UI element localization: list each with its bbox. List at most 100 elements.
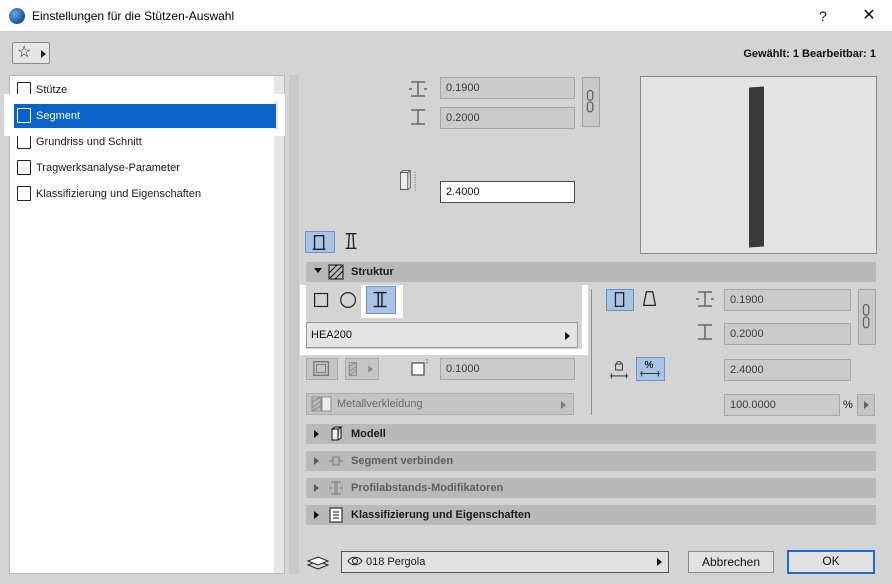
profile-modifier-icon bbox=[328, 480, 344, 496]
cancel-button[interactable]: Abbrechen bbox=[688, 551, 774, 573]
rectangular-shape-button[interactable] bbox=[310, 288, 336, 314]
profile-depth-field[interactable]: 0.2000 bbox=[724, 323, 851, 345]
veneer-type-button[interactable] bbox=[345, 358, 379, 380]
close-button[interactable]: ✕ bbox=[846, 2, 892, 30]
section-structure[interactable]: Struktur bbox=[306, 262, 876, 282]
structural-analysis-icon bbox=[17, 160, 31, 175]
chevron-right-icon bbox=[657, 558, 662, 566]
circular-shape-button[interactable] bbox=[337, 288, 363, 314]
percent-toggle[interactable]: % bbox=[636, 357, 665, 381]
segment-highlight-frame bbox=[4, 94, 285, 136]
settings-sidebar: Stütze Segment Grundriss und Schnitt Tra… bbox=[9, 75, 285, 574]
svg-text:%: % bbox=[645, 360, 654, 371]
material-value: Metallverkleidung bbox=[337, 398, 423, 410]
layer-dropdown[interactable]: 018 Pergola bbox=[341, 551, 669, 573]
section-model[interactable]: Modell bbox=[306, 424, 876, 444]
profile-width-field[interactable]: 0.1900 bbox=[724, 289, 851, 311]
chain-link-icon bbox=[862, 303, 870, 329]
i-profile-icon bbox=[373, 291, 387, 308]
profile-shape-button[interactable] bbox=[366, 286, 396, 314]
collapsed-arrow-icon bbox=[314, 430, 319, 438]
sidebar-item-tragwerk[interactable]: Tragwerksanalyse-Parameter bbox=[14, 156, 276, 180]
layer-value: 018 Pergola bbox=[366, 556, 426, 568]
sidebar-item-label: Klassifizierung und Eigenschaften bbox=[36, 188, 202, 200]
chevron-right-icon bbox=[41, 50, 46, 58]
tapered-column-icon bbox=[642, 291, 657, 306]
section-classification[interactable]: Klassifizierung und Eigenschaften bbox=[306, 505, 876, 525]
expanded-arrow-icon bbox=[314, 268, 322, 273]
collapsed-arrow-icon bbox=[314, 457, 319, 465]
width-field[interactable]: 0.1900 bbox=[440, 77, 575, 99]
column-3d-preview bbox=[640, 76, 877, 254]
sidebar-item-label: Tragwerksanalyse-Parameter bbox=[36, 162, 180, 174]
app-logo-icon bbox=[9, 8, 25, 24]
collapsed-arrow-icon bbox=[314, 511, 319, 519]
beam-preview-shape bbox=[749, 86, 764, 248]
section-title: Segment verbinden bbox=[351, 455, 454, 467]
section-profile-modifiers[interactable]: Profilabstands-Modifikatoren bbox=[306, 478, 876, 498]
title-bar: Einstellungen für die Stützen-Auswahl ? … bbox=[0, 0, 892, 32]
layer-stack-icon bbox=[306, 551, 330, 573]
width-icon bbox=[407, 78, 429, 100]
length-field[interactable]: 2.4000 bbox=[724, 359, 851, 381]
classification-icon bbox=[328, 507, 344, 523]
model-icon bbox=[328, 426, 344, 442]
collapsed-arrow-icon bbox=[314, 484, 319, 492]
lock-length-icon[interactable] bbox=[608, 359, 634, 381]
window-title: Einstellungen für die Stützen-Auswahl bbox=[32, 9, 235, 23]
i-beam-icon bbox=[345, 233, 357, 249]
height-icon bbox=[398, 170, 434, 206]
depth-field[interactable]: 0.2000 bbox=[440, 107, 575, 129]
main-scrollbar[interactable] bbox=[289, 75, 299, 574]
surface-material-dropdown[interactable]: Metallverkleidung bbox=[306, 393, 574, 415]
chevron-right-icon bbox=[864, 401, 869, 409]
profile-width-icon bbox=[694, 288, 716, 310]
percent-unit: % bbox=[843, 399, 853, 411]
offset-icon bbox=[408, 357, 430, 379]
profile-value: HEA200 bbox=[311, 329, 352, 341]
chevron-right-icon bbox=[565, 332, 570, 340]
star-icon: ☆ bbox=[17, 44, 32, 61]
favorites-button[interactable]: ☆ bbox=[12, 42, 50, 64]
section-title: Profilabstands-Modifikatoren bbox=[351, 482, 504, 494]
height-field[interactable]: 2.4000 bbox=[440, 181, 575, 203]
section-title: Modell bbox=[351, 428, 386, 440]
straight-segment-toggle[interactable] bbox=[305, 231, 335, 253]
section-title: Klassifizierung und Eigenschaften bbox=[351, 509, 531, 521]
straight-profile-toggle[interactable] bbox=[606, 289, 634, 311]
sidebar-item-label: Grundriss und Schnitt bbox=[36, 136, 142, 148]
tapered-segment-toggle[interactable] bbox=[338, 231, 368, 253]
link-dimensions-button[interactable] bbox=[582, 77, 600, 127]
tapered-profile-toggle[interactable] bbox=[637, 289, 665, 311]
circle-icon bbox=[340, 292, 357, 308]
help-button[interactable]: ? bbox=[800, 2, 846, 30]
sidebar-item-klassifizierung[interactable]: Klassifizierung und Eigenschaften bbox=[14, 182, 276, 206]
hatched-bar-icon bbox=[348, 362, 373, 376]
percent-field[interactable]: 100.0000 bbox=[724, 394, 840, 416]
eye-icon bbox=[347, 554, 363, 575]
offset-field[interactable]: 0.1000 bbox=[440, 358, 575, 380]
depth-icon bbox=[407, 106, 429, 128]
hatch-icon bbox=[328, 264, 344, 280]
rectangle-column-icon bbox=[614, 292, 625, 307]
floorplan-icon bbox=[17, 134, 31, 149]
core-button[interactable] bbox=[306, 358, 338, 380]
link-profile-dims-button[interactable] bbox=[858, 289, 876, 345]
classification-icon bbox=[17, 186, 31, 201]
rectangle-icon bbox=[314, 292, 329, 308]
connect-segment-icon bbox=[328, 453, 344, 469]
percent-menu-button[interactable] bbox=[857, 394, 875, 416]
material-swatch-icon bbox=[311, 396, 332, 412]
chain-link-icon bbox=[586, 89, 594, 113]
straight-column-icon bbox=[312, 234, 326, 250]
percent-icon: % bbox=[639, 360, 661, 377]
ok-button[interactable]: OK bbox=[787, 550, 875, 574]
selection-count: Gewählt: 1 Bearbeitbar: 1 bbox=[743, 48, 876, 60]
chevron-right-icon bbox=[561, 401, 566, 409]
section-title: Struktur bbox=[351, 266, 394, 278]
profile-dropdown[interactable]: HEA200 bbox=[306, 322, 578, 348]
section-connect-segment[interactable]: Segment verbinden bbox=[306, 451, 876, 471]
profile-depth-icon bbox=[694, 321, 716, 343]
core-frame-icon bbox=[313, 361, 330, 377]
panel-divider bbox=[591, 289, 592, 415]
